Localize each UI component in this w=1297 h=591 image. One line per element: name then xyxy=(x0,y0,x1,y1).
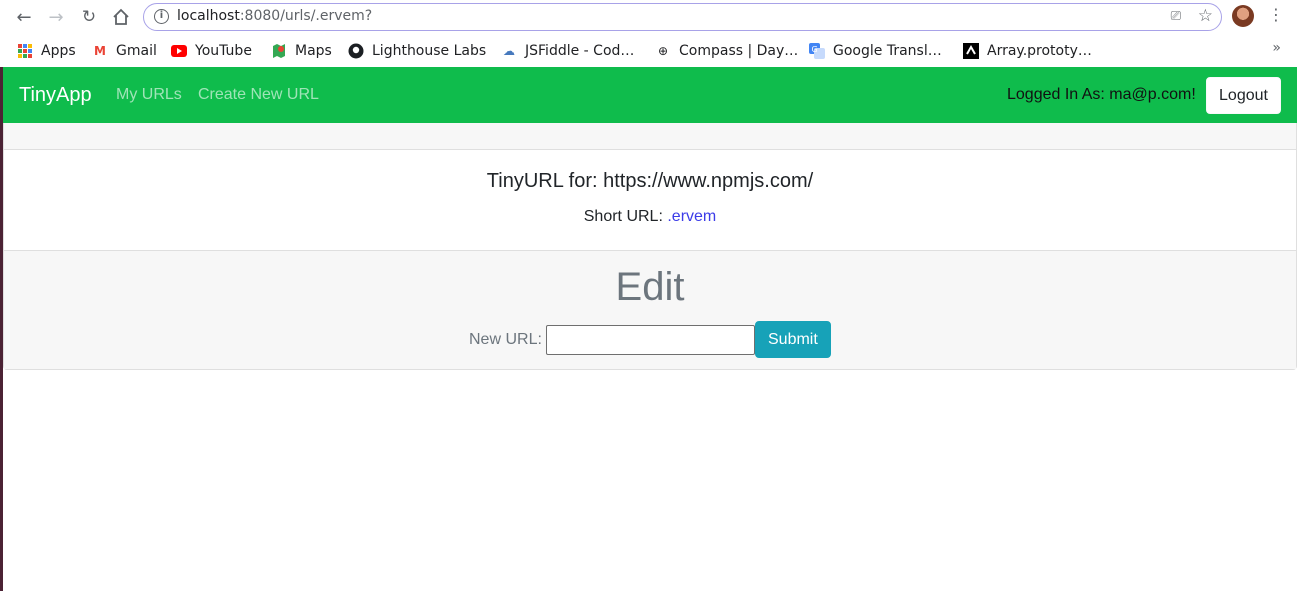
nav-my-urls[interactable]: My URLs xyxy=(116,86,182,104)
back-arrow-icon[interactable]: ← xyxy=(12,5,36,29)
cast-icon[interactable]: ⎚ xyxy=(1171,9,1181,24)
reload-icon[interactable]: ↻ xyxy=(77,5,101,29)
submit-button[interactable]: Submit xyxy=(754,321,831,358)
bookmark-array-prototype[interactable]: Array.prototy… xyxy=(963,40,1092,62)
tinyurl-title: TinyURL for: https://www.npmjs.com/ xyxy=(486,170,814,192)
card-header xyxy=(4,123,1296,150)
github-icon xyxy=(348,43,364,59)
bookmark-jsfiddle[interactable]: ☁ JSFiddle - Cod… xyxy=(501,40,634,62)
apps-grid-icon xyxy=(17,43,33,59)
card-body: TinyURL for: https://www.npmjs.com/ Shor… xyxy=(4,150,1296,250)
mdn-icon xyxy=(963,43,979,59)
navbar: TinyApp My URLs Create New URL Logged In… xyxy=(3,67,1297,123)
new-url-input[interactable] xyxy=(545,324,755,355)
edit-form: New URL: Submit xyxy=(469,321,831,358)
bookmark-label: Google Transl… xyxy=(833,43,942,59)
short-url-label: Short URL: xyxy=(583,208,663,225)
maps-icon xyxy=(271,43,287,59)
bookmark-label: Lighthouse Labs xyxy=(372,43,487,59)
gmail-icon: M xyxy=(94,44,106,58)
new-url-label: New URL: xyxy=(469,330,542,348)
logout-button[interactable]: Logout xyxy=(1206,77,1281,114)
bookmark-youtube[interactable]: YouTube xyxy=(171,40,252,62)
forward-arrow-icon[interactable]: → xyxy=(44,5,68,29)
bookmark-google-translate[interactable]: G Google Transl… xyxy=(809,40,942,62)
more-bookmarks-icon[interactable]: » xyxy=(1272,40,1281,56)
youtube-icon xyxy=(171,43,187,59)
bookmark-label: JSFiddle - Cod… xyxy=(525,43,635,59)
bookmark-label: YouTube xyxy=(195,43,252,59)
logged-in-text: Logged In As: ma@p.com! xyxy=(1007,86,1196,103)
menu-kebab-icon[interactable]: ⋮ xyxy=(1268,5,1284,24)
nav-create-new-url[interactable]: Create New URL xyxy=(198,86,319,104)
card-footer: Edit New URL: Submit xyxy=(4,250,1296,369)
translate-icon: G xyxy=(809,43,825,59)
bookmark-apps[interactable]: Apps xyxy=(17,40,76,62)
jsfiddle-icon: ☁ xyxy=(503,44,515,58)
bookmark-label: Gmail xyxy=(116,43,157,59)
short-url-link[interactable]: .ervem xyxy=(667,208,716,225)
bookmark-star-icon[interactable]: ☆ xyxy=(1198,6,1213,26)
bookmark-label: Maps xyxy=(295,43,332,59)
bookmark-gmail[interactable]: M Gmail xyxy=(92,40,157,62)
home-icon[interactable] xyxy=(109,5,133,29)
brand-link[interactable]: TinyApp xyxy=(19,84,92,107)
bookmark-label: Apps xyxy=(41,43,76,59)
bookmarks-bar: Apps M Gmail YouTube Maps Lighthouse Lab… xyxy=(0,35,1297,67)
svg-text:G: G xyxy=(812,45,818,54)
address-host: localhost xyxy=(177,8,240,24)
bookmark-maps[interactable]: Maps xyxy=(271,40,332,62)
bookmark-label: Compass | Day… xyxy=(679,43,799,59)
info-icon[interactable]: i xyxy=(154,9,169,24)
compass-icon: ⊕ xyxy=(657,44,669,58)
bookmark-lighthouse-labs[interactable]: Lighthouse Labs xyxy=(348,40,486,62)
short-url-line: Short URL: .ervem xyxy=(4,208,1296,226)
address-path: :8080/urls/.ervem? xyxy=(239,8,373,24)
page-viewport: TinyApp My URLs Create New URL Logged In… xyxy=(0,67,1297,591)
bookmark-compass[interactable]: ⊕ Compass | Day… xyxy=(655,40,798,62)
browser-toolbar: ← → ↻ i localhost:8080/urls/.ervem? ⎚ ☆ … xyxy=(0,0,1297,33)
address-bar[interactable]: i localhost:8080/urls/.ervem? ⎚ ☆ xyxy=(143,3,1222,31)
edit-heading: Edit xyxy=(615,265,685,309)
bookmark-label: Array.prototy… xyxy=(987,43,1092,59)
profile-avatar[interactable] xyxy=(1232,5,1254,27)
address-url[interactable]: localhost:8080/urls/.ervem? xyxy=(177,8,372,24)
url-card: TinyURL for: https://www.npmjs.com/ Shor… xyxy=(3,123,1297,370)
